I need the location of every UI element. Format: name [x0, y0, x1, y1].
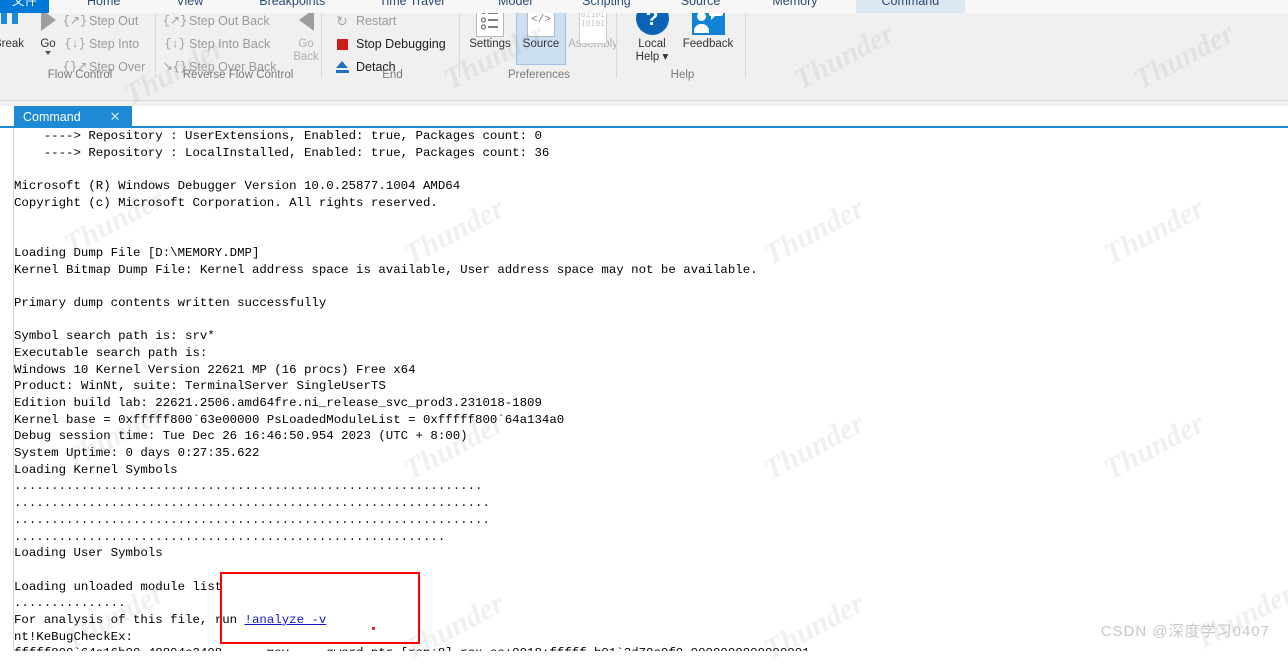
- console-line: Microsoft (R) Windows Debugger Version 1…: [14, 179, 461, 194]
- step-into-back-button[interactable]: {↓} Step Into Back: [164, 34, 271, 54]
- stop-debugging-label: Stop Debugging: [356, 37, 446, 51]
- source-label: Source: [522, 38, 560, 50]
- restart-button[interactable]: ↻ Restart: [333, 11, 396, 31]
- ribbon-tab-source[interactable]: Source: [667, 0, 735, 13]
- step-out-label: Step Out: [89, 14, 139, 28]
- step-out-back-label: Step Out Back: [189, 14, 270, 28]
- step-into-icon: {↓}: [64, 37, 86, 51]
- document-tab-command-label: Command: [23, 109, 81, 124]
- console-line: ----> Repository : UserExtensions, Enabl…: [14, 129, 542, 143]
- end-group-title: End: [382, 69, 403, 81]
- console-line: Debug session time: Tue Dec 26 16:46:50.…: [14, 429, 468, 444]
- ribbon-tab-time-travel[interactable]: Time Travel: [365, 0, 458, 13]
- console-line: Product: WinNt, suite: TerminalServer Si…: [14, 379, 386, 394]
- stop-debugging-button[interactable]: Stop Debugging: [333, 34, 446, 54]
- ribbon-tab-breakpoints[interactable]: Breakpoints: [245, 0, 339, 13]
- ribbon-tab-view[interactable]: View: [162, 0, 217, 13]
- feedback-label: Feedback: [682, 38, 734, 50]
- chevron-down-icon[interactable]: [45, 51, 51, 55]
- console-line: ........................................…: [14, 479, 483, 494]
- local-help-label-line1: Local: [638, 38, 666, 50]
- console-line: ........................................…: [14, 496, 490, 511]
- go-back-label-line2: Back: [293, 51, 319, 63]
- command-output-pane[interactable]: ----> Repository : UserExtensions, Enabl…: [14, 128, 1288, 651]
- console-line: Loading unloaded module list: [14, 579, 223, 594]
- flow-control-group-title: Flow Control: [47, 69, 113, 81]
- settings-label: Settings: [469, 38, 511, 50]
- document-tab-strip: Command ✕: [0, 106, 1288, 127]
- reverse-flow-control-group-title: Reverse Flow Control: [182, 69, 294, 81]
- console-line: Loading Kernel Symbols: [14, 462, 178, 477]
- console-line: Executable search path is:: [14, 345, 215, 360]
- ribbon-divider: [0, 100, 1288, 101]
- console-line: Kernel Bitmap Dump File: Kernel address …: [14, 262, 758, 277]
- step-out-button[interactable]: {↗} Step Out: [62, 11, 139, 31]
- console-line: fffff800`64a16b00 48894c2408 mov qword p…: [14, 645, 1288, 651]
- ribbon-tab-memory[interactable]: Memory: [758, 0, 831, 13]
- ribbon-tab-strip: 文件 Home View Breakpoints Time Travel Mod…: [0, 0, 1288, 13]
- preferences-group-title: Preferences: [507, 69, 570, 81]
- console-line: ----> Repository : LocalInstalled, Enabl…: [14, 145, 550, 160]
- go-back-label-line1: Go: [298, 38, 314, 50]
- local-help-label-line2: Help ▾: [635, 51, 669, 63]
- group-divider: [321, 4, 322, 78]
- console-line: System Uptime: 0 days 0:27:35.622: [14, 446, 260, 461]
- group-divider: [616, 4, 617, 78]
- ribbon-tab-home[interactable]: Home: [73, 0, 134, 13]
- step-out-back-icon: {↗}: [162, 14, 188, 28]
- group-divider: [459, 4, 460, 78]
- console-line: nt!KeBugCheckEx:: [14, 629, 133, 644]
- ribbon-tab-file[interactable]: 文件: [0, 0, 50, 13]
- ribbon: Break Go {↗} Step Out {↓} Step Into {}↗ …: [0, 0, 1288, 110]
- console-line: Loading Dump File [D:\MEMORY.DMP]: [14, 245, 260, 260]
- step-into-back-label: Step Into Back: [189, 37, 271, 51]
- console-line-analyze: For analysis of this file, run !analyze …: [14, 612, 1288, 629]
- restart-label: Restart: [356, 14, 397, 28]
- console-line: Symbol search path is: srv*: [14, 329, 215, 344]
- chevron-down-icon[interactable]: ▾: [663, 51, 669, 63]
- step-into-back-icon: {↓}: [164, 37, 186, 51]
- console-line: Edition build lab: 22621.2506.amd64fre.n…: [14, 396, 542, 410]
- stop-icon: [333, 35, 351, 53]
- step-out-icon: {↗}: [62, 14, 88, 28]
- ribbon-tab-command[interactable]: Command: [855, 0, 966, 13]
- step-into-button[interactable]: {↓} Step Into: [64, 34, 140, 54]
- step-into-label: Step Into: [89, 37, 140, 51]
- restart-icon: ↻: [336, 13, 348, 29]
- left-tool-rail: Disassembly Registers Memory 0: [0, 106, 14, 651]
- group-divider: [745, 4, 746, 78]
- console-line: Windows 10 Kernel Version 22621 MP (16 p…: [14, 362, 416, 377]
- document-tab-command[interactable]: Command ✕: [14, 106, 132, 127]
- step-out-back-button[interactable]: {↗} Step Out Back: [162, 11, 270, 31]
- console-line: ........................................…: [14, 512, 490, 527]
- close-icon[interactable]: ✕: [105, 110, 126, 123]
- ribbon-tab-scripting[interactable]: Scripting: [568, 0, 645, 13]
- group-divider: [155, 4, 156, 78]
- annotation-red-dot: [372, 627, 375, 630]
- console-line: Loading User Symbols: [14, 546, 163, 561]
- console-line: Copyright (c) Microsoft Corporation. All…: [14, 195, 438, 210]
- console-line: Primary dump contents written successful…: [14, 295, 327, 310]
- console-line: Kernel base = 0xfffff800`63e00000 PsLoad…: [14, 412, 565, 427]
- ribbon-tab-model[interactable]: Model: [484, 0, 546, 13]
- console-line: ........................................…: [14, 529, 446, 544]
- analyze-command-link[interactable]: !analyze -v: [245, 613, 327, 627]
- analyze-prefix: For analysis of this file, run: [14, 612, 245, 627]
- console-line: ...............: [14, 596, 126, 611]
- help-group-title: Help: [670, 69, 695, 81]
